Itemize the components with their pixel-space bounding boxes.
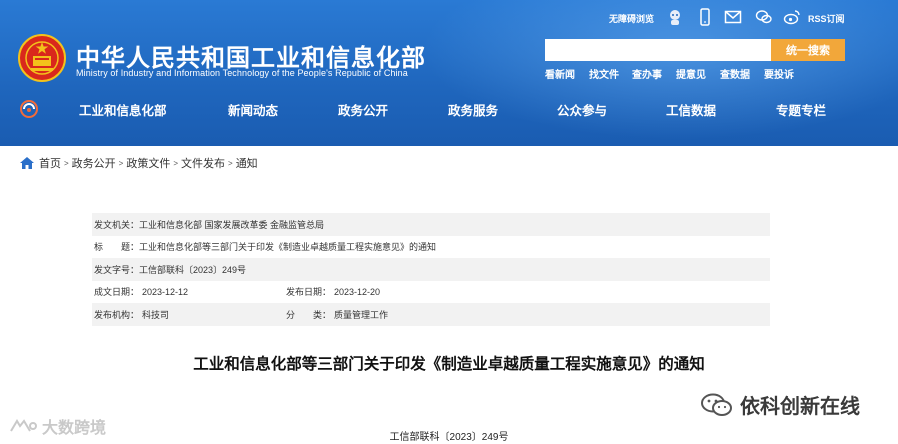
nav-item-gov-affairs[interactable]: 政务公开 [338, 100, 388, 119]
search-input[interactable] [545, 39, 771, 61]
meta-value: 科技司 [142, 309, 170, 320]
meta-label: 标 题： [94, 242, 140, 253]
meta-label: 发文字号： [94, 264, 140, 275]
watermark-right-text: 依科创新在线 [740, 394, 860, 418]
home-icon[interactable] [18, 99, 40, 119]
breadcrumb-release[interactable]: 文件发布 [181, 155, 225, 171]
home-icon[interactable] [20, 157, 34, 169]
meta-value: 2023-12-20 [334, 286, 381, 297]
quick-link-complaint[interactable]: 要投诉 [764, 66, 794, 81]
breadcrumb-gov-affairs[interactable]: 政务公开 [72, 155, 116, 171]
chevron-right-icon: > [64, 158, 69, 168]
meta-label: 成文日期： [94, 287, 140, 298]
meta-row-docno: 发文字号： 工信部联科〔2023〕249号 [92, 258, 770, 281]
quick-link-news[interactable]: 看新闻 [545, 66, 575, 81]
nav-item-public[interactable]: 公众参与 [557, 100, 607, 119]
watermark-left: 大数跨境 [8, 414, 106, 438]
site-header: 中华人民共和国工业和信息化部 Ministry of Industry and … [0, 0, 898, 146]
chevron-right-icon: > [118, 158, 124, 168]
meta-label: 发文机关： [94, 219, 140, 230]
search-button[interactable]: 统一搜索 [771, 39, 845, 61]
mobile-icon[interactable] [696, 8, 714, 26]
quick-link-feedback[interactable]: 提意见 [676, 66, 706, 81]
mail-icon[interactable] [724, 8, 742, 26]
accessibility-link[interactable]: 无障碍浏览 [609, 12, 654, 25]
quick-link-services[interactable]: 查办事 [632, 66, 662, 81]
meta-label: 发布日期： [286, 287, 332, 298]
meta-label: 分 类： [286, 309, 332, 320]
meta-row-org: 发布机构： 科技司 分 类： 质量管理工作 [92, 303, 770, 326]
meta-value: 2023-12-12 [142, 286, 189, 297]
national-emblem-icon[interactable] [18, 34, 66, 82]
watermark-left-text: 大数跨境 [42, 420, 107, 437]
nav-item-gov-services[interactable]: 政务服务 [448, 100, 498, 119]
meta-row-title: 标 题： 工业和信息化部等三部门关于印发《制造业卓越质量工程实施意见》的通知 [92, 236, 770, 259]
rss-link[interactable]: RSS订阅 [808, 12, 845, 25]
nav-item-data[interactable]: 工信数据 [666, 100, 716, 119]
breadcrumb-notice[interactable]: 通知 [236, 155, 258, 171]
weibo-icon[interactable] [783, 8, 801, 26]
meta-row-dates: 成文日期： 2023-12-12 发布日期： 2023-12-20 [92, 281, 770, 304]
document-meta-table: 发文机关： 工业和信息化部 国家发展改革委 金融监管总局 标 题： 工业和信息化… [92, 213, 770, 326]
site-subtitle: Ministry of Industry and Information Tec… [76, 68, 408, 78]
watermark-right: 依科创新在线 [700, 390, 860, 419]
quick-link-files[interactable]: 找文件 [589, 66, 619, 81]
breadcrumb-home[interactable]: 首页 [39, 155, 61, 171]
meta-value: 工信部联科〔2023〕249号 [139, 264, 247, 275]
meta-value: 工业和信息化部等三部门关于印发《制造业卓越质量工程实施意见》的通知 [139, 242, 437, 253]
meta-label: 发布机构： [94, 309, 140, 320]
document-number: 工信部联科〔2023〕249号 [389, 432, 509, 443]
breadcrumb-policy[interactable]: 政策文件 [126, 155, 170, 171]
meta-row-issuer: 发文机关： 工业和信息化部 国家发展改革委 金融监管总局 [92, 213, 770, 236]
meta-value: 工业和信息化部 国家发展改革委 金融监管总局 [139, 219, 325, 230]
document-title: 工业和信息化部等三部门关于印发《制造业卓越质量工程实施意见》的通知 [193, 355, 705, 373]
nav-item-news[interactable]: 新闻动态 [228, 100, 278, 119]
nav-item-ministry[interactable]: 工业和信息化部 [79, 100, 167, 119]
meta-value: 质量管理工作 [334, 309, 389, 320]
quick-link-data[interactable]: 查数据 [720, 66, 750, 81]
wechat-icon[interactable] [755, 8, 773, 26]
wechat-icon [701, 393, 732, 416]
chevron-right-icon: > [228, 158, 233, 168]
nav-item-topics[interactable]: 专题专栏 [776, 100, 826, 119]
watermark-logo-icon [10, 419, 37, 432]
robot-assistant-icon[interactable] [666, 8, 684, 26]
chevron-right-icon: > [173, 158, 179, 168]
breadcrumb: 首页 > 政务公开 > 政策文件 > 文件发布 > 通知 [20, 156, 258, 170]
